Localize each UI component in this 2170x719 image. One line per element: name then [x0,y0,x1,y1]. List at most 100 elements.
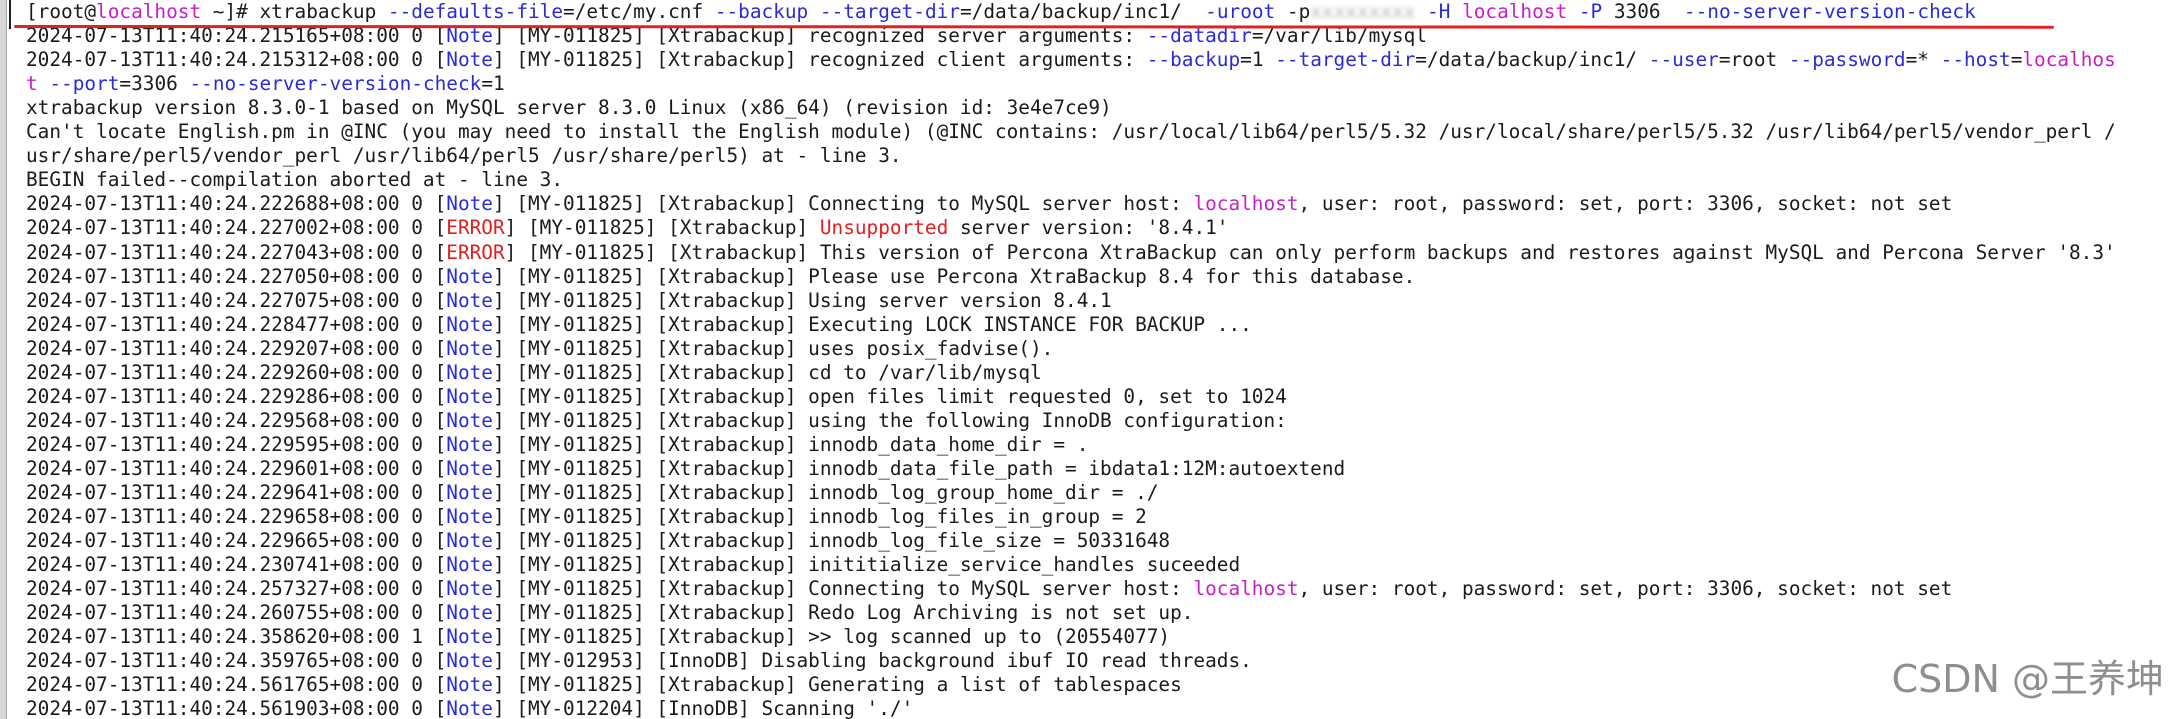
output-line: Can't locate English.pm in @INC (you may… [26,120,2116,144]
text-segment: ] [MY-011825] [Xtrabackup] open files li… [492,384,1287,408]
output-line: 2024-07-13T11:40:24.561903+08:00 0 [Note… [26,697,913,719]
text-segment: ] [MY-012204] [InnoDB] Scanning './' [492,697,914,719]
text-segment: ] [MY-011825] [Xtrabackup] Connecting to… [492,192,1194,216]
text-segment: ] [MY-011825] [Xtrabackup] using the fol… [492,408,1287,432]
text-segment: BEGIN failed--compilation aborted at - l… [26,168,564,192]
output-line: BEGIN failed--compilation aborted at - l… [26,168,563,192]
text-segment: ] [MY-011825] [Xtrabackup] uses posix_fa… [492,336,1054,360]
text-segment [38,72,50,95]
terminal-window[interactable]: [root@localhost ~]# xtrabackup --default… [0,0,2170,719]
log-level-note: Note [446,288,493,312]
text-segment: 2024-07-13T11:40:24.227002+08:00 0 [ [26,216,447,240]
text-segment: 2024-07-13T11:40:24.229595+08:00 0 [ [26,432,447,456]
text-segment [808,0,820,23]
log-level-note: Note [446,336,493,360]
log-level-error: ERROR [446,240,505,264]
text-segment: ] [MY-011825] [Xtrabackup] Connecting to… [492,577,1194,601]
output-line: xtrabackup version 8.3.0-1 based on MySQ… [26,96,1112,120]
text-segment [1415,0,1427,23]
text-segment: 2024-07-13T11:40:24.230741+08:00 0 [ [26,553,447,577]
text-segment: ] [MY-011825] [Xtrabackup] recognized cl… [492,48,1147,72]
text-segment: 2024-07-13T11:40:24.229665+08:00 0 [ [26,529,447,553]
output-line: t --port=3306 --no-server-version-check=… [26,72,505,96]
output-line: 2024-07-13T11:40:24.229641+08:00 0 [Note… [26,481,1158,505]
option-flag: --no-server-version-check [189,72,482,96]
option-flag: --target-dir [819,0,960,23]
text-segment: , user: root, password: set, port: 3306,… [1298,192,1953,216]
text-segment: =3306 [119,72,190,96]
hostname-text: localhost [1193,192,1299,216]
output-line: 2024-07-13T11:40:24.229665+08:00 0 [Note… [26,529,1170,553]
option-flag: --port [49,72,120,96]
log-level-note: Note [446,312,493,336]
log-level-note: Note [446,432,493,456]
log-level-note: Note [446,625,493,649]
text-segment: ] [MY-011825] [Xtrabackup] Using server … [492,288,1112,312]
output-line: 2024-07-13T11:40:24.230741+08:00 0 [Note… [26,553,1240,577]
text-segment [1450,0,1462,23]
log-level-note: Note [446,192,493,216]
option-flag: --target-dir [1275,48,1416,72]
output-line: usr/share/perl5/vendor_perl /usr/lib64/p… [26,144,902,168]
text-segment: 2024-07-13T11:40:24.229641+08:00 0 [ [26,481,447,504]
text-segment: ] [MY-011825] [Xtrabackup] cd to /var/li… [492,360,1042,384]
text-segment: 2024-07-13T11:40:24.561765+08:00 0 [ [26,673,447,697]
output-line: 2024-07-13T11:40:24.229286+08:00 0 [Note… [26,385,1287,409]
text-segment: server version: '8.4.1' [948,216,1229,240]
option-flag: --no-server-version-check [1683,0,1976,23]
log-level-note: Note [446,649,493,673]
text-segment: 2024-07-13T11:40:24.229286+08:00 0 [ [26,384,447,408]
command-line: [root@localhost ~]# xtrabackup --default… [26,0,1976,24]
text-segment: 2024-07-13T11:40:24.222688+08:00 0 [ [26,192,447,216]
text-segment: 2024-07-13T11:40:24.359765+08:00 0 [ [26,649,447,673]
text-segment: =* [1905,48,1941,72]
text-segment: 2024-07-13T11:40:24.229568+08:00 0 [ [26,408,447,432]
output-line: 2024-07-13T11:40:24.227050+08:00 0 [Note… [26,265,1415,289]
text-segment: 2024-07-13T11:40:24.227043+08:00 0 [ [26,240,447,264]
text-segment: ] [MY-012953] [InnoDB] Disabling backgro… [492,649,1252,673]
text-segment: 3306 [1602,0,1684,23]
text-segment [1567,0,1579,23]
text-segment: 2024-07-13T11:40:24.227050+08:00 0 [ [26,264,447,288]
text-segment: -p [1275,0,1311,23]
hostname-text: localhost [1462,0,1568,23]
text-segment: 2024-07-13T11:40:24.260755+08:00 0 [ [26,601,447,625]
text-segment: 2024-07-13T11:40:24.215312+08:00 0 [ [26,48,447,72]
text-segment: ] [MY-011825] [Xtrabackup] This version … [504,240,2116,264]
text-segment: ] [MY-011825] [Xtrabackup] Please use Pe… [492,264,1416,288]
text-segment: , user: root, password: set, port: 3306,… [1298,577,1953,601]
option-flag: --backup [1146,48,1241,72]
output-line: 2024-07-13T11:40:24.227075+08:00 0 [Note… [26,289,1112,313]
text-segment: =root [1718,48,1789,72]
text-segment: 2024-07-13T11:40:24.228477+08:00 0 [ [26,312,447,336]
text-segment: 2024-07-13T11:40:24.561903+08:00 0 [ [26,697,447,719]
hostname-text: t [26,72,38,96]
option-flag: --host [1940,48,2011,72]
text-segment: ] [MY-011825] [Xtrabackup] Redo Log Arch… [492,601,1194,625]
log-level-note: Note [446,505,493,529]
text-segment: =1 [481,72,505,96]
output-line: 2024-07-13T11:40:24.257327+08:00 0 [Note… [26,577,1952,601]
log-level-note: Note [446,529,493,553]
text-segment: 2024-07-13T11:40:24.257327+08:00 0 [ [26,577,447,601]
window-left-edge-mark [9,0,11,29]
text-segment: ] [MY-011825] [Xtrabackup] innodb_log_fi… [492,505,1147,529]
output-line: 2024-07-13T11:40:24.561765+08:00 0 [Note… [26,673,1182,697]
output-line: 2024-07-13T11:40:24.215312+08:00 0 [Note… [26,48,2116,72]
text-segment: ] [MY-011825] [Xtrabackup] Executing LOC… [492,312,1252,336]
redacted-password: xxxxxxxxx [1310,0,1416,23]
error-text: Unsupported [819,216,949,240]
text-segment: 2024-07-13T11:40:24.229601+08:00 0 [ [26,456,447,480]
text-segment: 2024-07-13T11:40:24.358620+08:00 1 [ [26,625,447,649]
csdn-watermark: CSDN @王养坤 [1891,657,2164,701]
text-segment: xtrabackup version 8.3.0-1 based on MySQ… [26,96,1112,120]
log-level-error: ERROR [446,216,505,240]
log-level-note: Note [446,408,493,432]
output-line: 2024-07-13T11:40:24.229568+08:00 0 [Note… [26,409,1287,433]
text-segment: ] [MY-011825] [Xtrabackup] Generating a … [492,673,1182,697]
hostname-text: localhost [1193,577,1299,601]
option-flag: -uroot [1205,0,1276,23]
option-flag: --defaults-file [387,0,564,23]
hostname-text: localhos [2022,48,2116,72]
text-segment: ] [MY-011825] [Xtrabackup] innodb_data_f… [492,456,1346,480]
